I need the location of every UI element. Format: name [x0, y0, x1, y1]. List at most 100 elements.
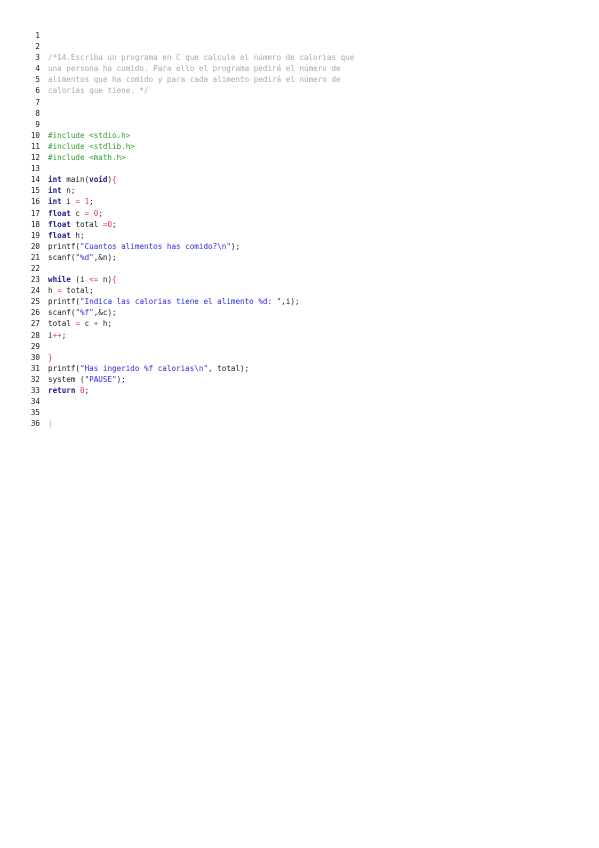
line-number: 18 [30, 219, 40, 229]
code-line: 25 printf("Indica las calorias tiene el a… [26, 296, 586, 307]
code-token-plain: ; [61, 330, 67, 340]
line-number: 34 [30, 397, 40, 407]
code-token-plain: ,&n); [93, 252, 117, 262]
line-number: 31 [30, 363, 40, 373]
code-token-plain: total [70, 219, 103, 229]
code-line: 36 | [26, 418, 586, 429]
line-number: 32 [30, 374, 40, 384]
line-text: scanf("%d",&n); [48, 252, 117, 263]
code-token-keyword: float [48, 208, 71, 218]
line-number: 25 [30, 297, 40, 307]
line-text: scanf("%f",&c); [48, 307, 117, 318]
line-text: float total =0; [48, 219, 117, 230]
code-line: 6 calorias que tiene. */ [26, 85, 586, 96]
code-token-keyword: int [48, 197, 62, 207]
line-text: total = c + h; [48, 318, 112, 329]
code-token-op: { [112, 175, 117, 185]
code-line: 7 [26, 97, 586, 108]
code-token-comment: una persona ha comido. Para ello el prog… [48, 64, 341, 74]
code-token-preproc: #include <math.h> [48, 153, 126, 163]
line-number: 33 [30, 386, 40, 395]
code-line: 8 [26, 108, 586, 119]
code-token-plain: system ( [48, 374, 85, 384]
code-line: 32 system ("PAUSE"); [26, 374, 586, 385]
code-line: 3 /*14.Escriba un programa en C que calcu… [26, 52, 586, 63]
code-token-plain: scanf( [48, 252, 76, 262]
code-line: 28 i++; [26, 330, 586, 341]
code-token-keyword: return [48, 386, 76, 395]
code-line: 15 int n; [26, 185, 586, 196]
code-token-preproc: #include <stdio.h> [48, 130, 131, 140]
line-number: 19 [30, 230, 40, 240]
line-number: 6 [35, 86, 40, 96]
code-line: 5 alimentos que ha comido y para cada ali… [26, 74, 586, 85]
code-token-comment: calorias que tiene. */ [48, 86, 149, 96]
code-line: 11 #include <stdlib.h> [26, 141, 586, 152]
code-line: 10 #include <stdio.h> [26, 130, 586, 141]
code-token-plain: scanf( [48, 308, 76, 318]
code-token-string: "Has ingerido %f calorias\n" [80, 363, 209, 373]
line-text: /*14.Escriba un programa en C que calcul… [48, 52, 354, 63]
code-token-plain: h; [70, 230, 85, 240]
code-token-plain: n) [98, 275, 113, 285]
line-number: 15 [30, 186, 40, 196]
line-number: 7 [35, 97, 40, 107]
text-cursor: | [48, 419, 53, 429]
line-number: 3 [35, 53, 40, 63]
code-line: 30} [26, 352, 586, 363]
line-text: } [48, 352, 53, 363]
code-token-plain: (i [70, 275, 90, 285]
line-text: int n; [48, 185, 75, 196]
code-line: 23 while (i <= n){ [26, 274, 586, 285]
code-token-string: "Cuantos alimentos has comido?\n" [80, 241, 231, 251]
code-token-op: } [48, 352, 53, 362]
code-line: 17 float c = 0; [26, 208, 586, 219]
line-text: printf("Has ingerido %f calorias\n", tot… [48, 363, 249, 374]
code-token-plain: ; [84, 386, 90, 395]
code-token-string: "%d" [75, 252, 94, 262]
line-text: #include <math.h> [48, 152, 126, 163]
line-text: | [48, 418, 53, 429]
code-token-comment: alimentos que ha comido y para cada alim… [48, 75, 341, 85]
code-line: 13 [26, 163, 586, 174]
line-number: 4 [35, 64, 40, 74]
line-number: 27 [30, 319, 40, 329]
code-token-keyword: int [48, 175, 62, 185]
line-text: i++; [48, 330, 66, 341]
code-line: 14 int main(void){ [26, 174, 586, 185]
line-text: #include <stdlib.h> [48, 141, 135, 152]
code-token-plain: c [80, 319, 94, 329]
code-listing: 1 2 3/*14.Escriba un programa en C que cal… [26, 30, 586, 429]
code-token-string: "%f" [75, 308, 94, 318]
code-token-plain: ); [116, 374, 126, 384]
code-line: 2 [26, 41, 586, 52]
code-token-plain: total; [61, 286, 94, 296]
line-number: 30 [30, 352, 40, 362]
code-line: 21 scanf("%d",&n); [26, 252, 586, 263]
code-line: 9 [26, 119, 586, 130]
code-token-plain: c [70, 208, 85, 218]
code-token-keyword: int [48, 186, 62, 196]
line-number: 21 [30, 252, 40, 262]
line-number: 14 [30, 175, 40, 185]
line-text: float h; [48, 230, 85, 241]
code-token-keyword: float [48, 230, 71, 240]
code-line: 29 [26, 341, 586, 352]
code-line: 4 una persona ha comido. Para ello el pro… [26, 63, 586, 74]
code-line: 31 printf("Has ingerido %f calorias\n", t… [26, 363, 586, 374]
line-number: 36 [30, 419, 40, 429]
code-line: 26 scanf("%f",&c); [26, 307, 586, 318]
line-number: 28 [30, 330, 40, 340]
line-number: 35 [30, 408, 40, 418]
code-token-keyword: while [48, 275, 71, 285]
line-number: 8 [35, 108, 40, 118]
line-text: calorias que tiene. */ [48, 85, 149, 96]
line-number: 17 [30, 208, 40, 218]
code-token-plain: ); [230, 241, 241, 251]
code-token-plain: total [48, 319, 76, 329]
line-number: 24 [30, 286, 40, 296]
code-line: 22 [26, 263, 586, 274]
line-text: printf("Cuantos alimentos has comido?\n"… [48, 241, 240, 252]
code-token-plain: ; [89, 197, 94, 207]
line-number: 13 [30, 164, 40, 174]
